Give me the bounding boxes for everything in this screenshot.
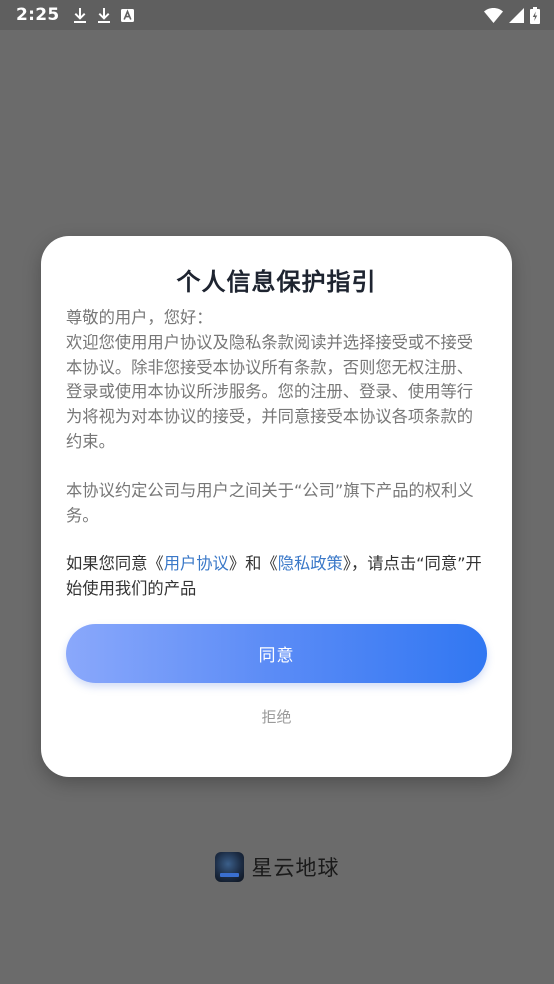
- greeting-text: 尊敬的用户，您好：: [66, 308, 213, 327]
- privacy-dialog: 个人信息保护指引 尊敬的用户，您好： 欢迎您使用用户协议及隐私条款阅读并选择接受…: [41, 236, 512, 777]
- agreement-paragraph: 欢迎您使用用户协议及隐私条款阅读并选择接受或不接受本协议。除非您接受本协议所有条…: [66, 332, 474, 451]
- wifi-icon: [484, 7, 503, 23]
- font-a-icon: [121, 8, 135, 22]
- earth-logo-icon: [214, 852, 244, 882]
- system-icons: [484, 6, 540, 24]
- dialog-title: 个人信息保护指引: [176, 268, 377, 296]
- app-brand: 星云地球: [0, 852, 554, 882]
- signal-icon: [509, 7, 524, 23]
- privacy-policy-link[interactable]: 隐私政策: [278, 554, 343, 573]
- reject-button[interactable]: 拒绝: [41, 706, 512, 727]
- agreement-text: 尊敬的用户，您好： 欢迎您使用用户协议及隐私条款阅读并选择接受或不接受本协议。除…: [66, 306, 486, 455]
- rights-paragraph: 本协议约定公司与用户之间关于“公司”旗下产品的权利义务。: [66, 480, 474, 525]
- status-bar: 2:25: [0, 0, 554, 30]
- notification-icons: [73, 7, 135, 23]
- consent-middle: 》和《: [228, 554, 278, 574]
- status-time: 2:25: [16, 5, 60, 25]
- dialog-body: 尊敬的用户，您好： 欢迎您使用用户协议及隐私条款阅读并选择接受或不接受本协议。除…: [66, 306, 486, 626]
- download-icon: [73, 7, 87, 23]
- agree-button[interactable]: 同意: [66, 624, 487, 683]
- user-agreement-link[interactable]: 用户协议: [164, 554, 229, 573]
- app-name: 星云地球: [251, 856, 340, 880]
- consent-paragraph: 如果您同意《用户协议》和《隐私政策》，请点击“同意”开始使用我们的产品: [66, 552, 486, 602]
- battery-icon: [530, 6, 540, 24]
- consent-prefix: 如果您同意《: [66, 554, 164, 574]
- download-icon: [97, 7, 111, 23]
